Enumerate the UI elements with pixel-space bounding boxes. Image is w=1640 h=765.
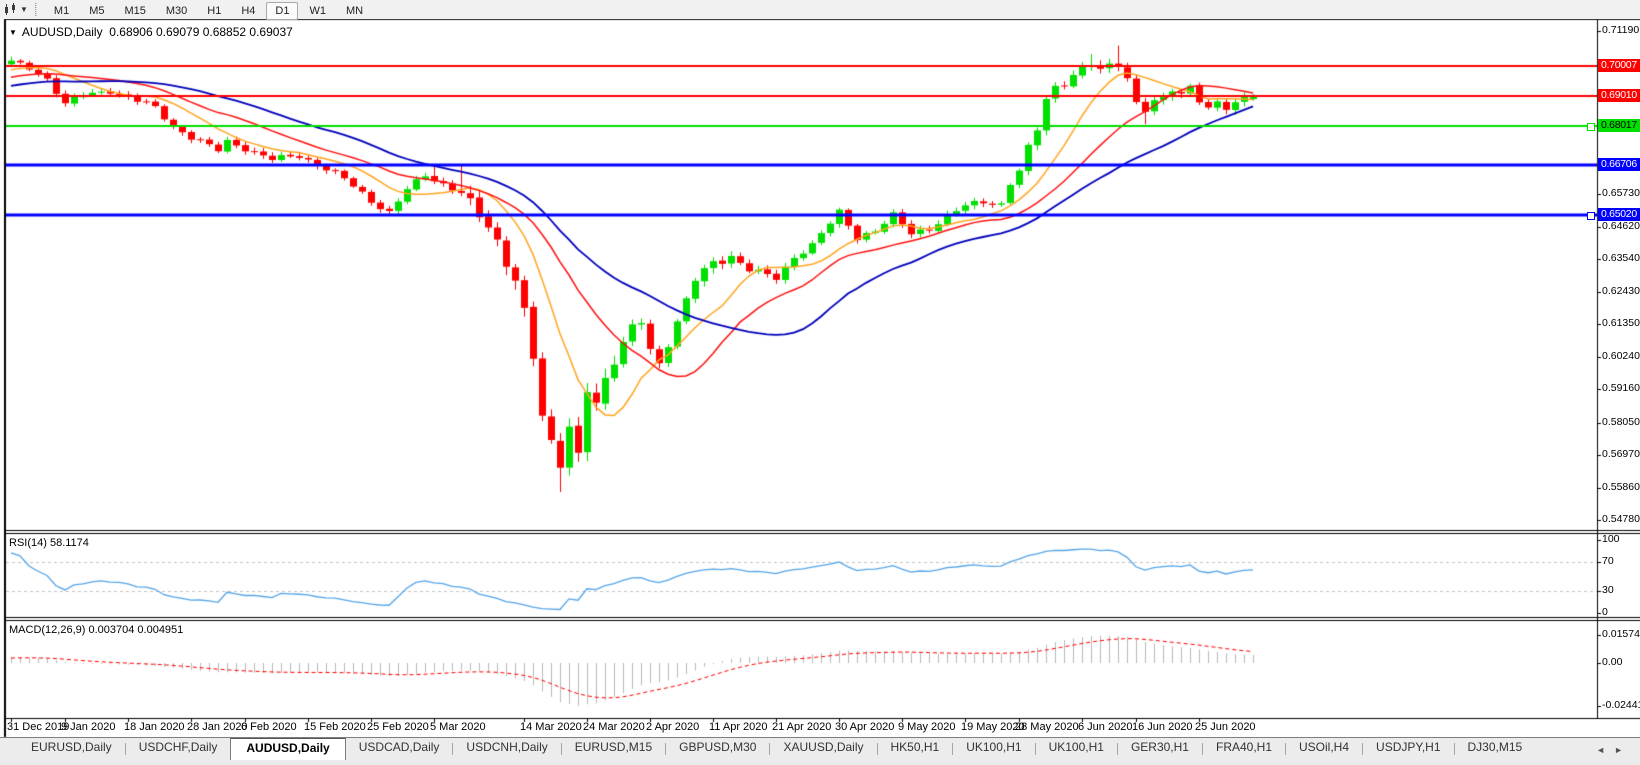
date-axis-label: 6 Jun 2020 <box>1078 721 1133 733</box>
timeframe-button-m30[interactable]: M30 <box>157 2 196 20</box>
line-drag-handle[interactable] <box>1587 122 1595 131</box>
price-axis-tick-label: 0.71190 <box>1602 24 1640 36</box>
macd-indicator-label: MACD(12,26,9) 0.003704 0.004951 <box>9 624 184 636</box>
price-axis-tick-label: 0.62430 <box>1602 285 1640 298</box>
date-axis-label: 11 Apr 2020 <box>709 721 768 733</box>
price-axis-tick-label: 0.60240 <box>1602 350 1640 363</box>
date-axis-label: 16 Jun 2020 <box>1132 721 1193 733</box>
price-line-label[interactable]: 0.70007 <box>1598 59 1640 73</box>
chevron-down-icon[interactable]: ▼ <box>20 5 28 14</box>
toolbar-grip[interactable] <box>34 3 37 16</box>
timeframe-button-mn[interactable]: MN <box>337 2 372 20</box>
chart-tab-eurusd-daily[interactable]: EURUSD,Daily <box>18 738 125 758</box>
price-chart-canvas[interactable] <box>0 0 1640 738</box>
date-axis-label: 14 Mar 2020 <box>520 721 582 733</box>
timeframe-button-h1[interactable]: H1 <box>198 2 230 20</box>
chart-symbol-period: AUDUSD,Daily <box>21 25 103 39</box>
macd-axis-tick-label: 0.00 <box>1602 656 1623 668</box>
macd-axis-tick-label: -0.024412 <box>1602 699 1640 712</box>
price-axis-tick-label: 0.58050 <box>1602 415 1640 428</box>
line-drag-handle[interactable] <box>1587 211 1595 220</box>
chart-tab-xauusd-daily[interactable]: XAUUSD,Daily <box>770 738 876 758</box>
chart-tab-hk50-h1[interactable]: HK50,H1 <box>878 738 953 758</box>
price-axis-tick-label: 0.56970 <box>1602 447 1640 460</box>
price-axis-tick-label: 0.54780 <box>1602 513 1640 525</box>
date-axis-label: 2 Apr 2020 <box>646 721 700 733</box>
date-axis-label: 25 Feb 2020 <box>367 721 429 733</box>
timeframe-button-m15[interactable]: M15 <box>115 2 154 20</box>
timeframe-button-m1[interactable]: M1 <box>45 2 78 20</box>
date-axis-label: 21 Apr 2020 <box>772 721 832 733</box>
chart-tab-gbpusd-m30[interactable]: GBPUSD,M30 <box>666 738 769 758</box>
chart-tab-bar: EURUSD,Daily USDCHF,Daily AUDUSD,Daily USDC… <box>0 737 1640 765</box>
chart-tab-usoil-h4[interactable]: USOil,H4 <box>1286 738 1362 758</box>
price-line-label[interactable]: 0.65020 <box>1598 207 1640 221</box>
price-line-label[interactable]: 0.68017 <box>1598 118 1640 132</box>
date-axis-label: 28 Jan 2020 <box>187 721 248 733</box>
date-axis-label: 24 Mar 2020 <box>583 721 645 733</box>
rsi-axis-tick-label: 100 <box>1602 533 1620 545</box>
chart-tab-usdcnh-daily[interactable]: USDCNH,Daily <box>453 738 560 758</box>
price-axis-tick-label: 0.55860 <box>1602 480 1640 493</box>
rsi-axis-tick-label: 30 <box>1602 584 1614 597</box>
price-axis-tick-label: 0.63540 <box>1602 251 1640 264</box>
candlestick-chart-icon[interactable] <box>1 2 19 17</box>
chart-window: ▼ AUDUSD,Daily 0.68906 0.69079 0.68852 0.… <box>0 0 1640 738</box>
chart-title: ▼ AUDUSD,Daily 0.68906 0.69079 0.68852 0.… <box>9 25 293 39</box>
timeframe-button-w1[interactable]: W1 <box>300 2 335 20</box>
tab-scroll-left-icon[interactable]: ◄ <box>1596 745 1614 755</box>
timeframe-button-d1[interactable]: D1 <box>266 1 299 20</box>
date-axis-label: 18 Jan 2020 <box>124 721 185 733</box>
chart-tab-usdjpy-h1[interactable]: USDJPY,H1 <box>1363 738 1453 758</box>
date-axis-label: 5 Mar 2020 <box>430 721 486 733</box>
price-line-label[interactable]: 0.66706 <box>1598 157 1640 171</box>
chart-tab-fra40-h1[interactable]: FRA40,H1 <box>1203 738 1285 758</box>
date-axis-label: 25 Jun 2020 <box>1195 721 1256 733</box>
date-axis-label: 28 May 2020 <box>1015 721 1079 733</box>
price-axis-tick-label: 0.59160 <box>1602 382 1640 395</box>
date-axis-label: 30 Apr 2020 <box>835 721 895 733</box>
timeframe-button-m5[interactable]: M5 <box>80 2 113 20</box>
macd-axis-tick-label: 0.015741 <box>1602 627 1640 640</box>
rsi-axis-tick-label: 70 <box>1602 554 1614 567</box>
price-line-label[interactable]: 0.69010 <box>1598 88 1640 102</box>
chart-ohlc-values: 0.68906 0.69079 0.68852 0.69037 <box>109 25 293 39</box>
rsi-indicator-label: RSI(14) 58.1174 <box>9 537 89 549</box>
chart-tab-uk100-h1[interactable]: UK100,H1 <box>1036 738 1117 758</box>
chart-tab-uk100-h1[interactable]: UK100,H1 <box>953 738 1034 758</box>
chart-tab-usdchf-daily[interactable]: USDCHF,Daily <box>126 738 231 758</box>
rsi-axis-tick-label: 0 <box>1602 606 1608 618</box>
chart-title-dropdown-icon[interactable]: ▼ <box>9 28 17 37</box>
price-axis-tick-label: 0.61350 <box>1602 317 1640 330</box>
price-axis-tick-label: 0.65730 <box>1602 186 1640 199</box>
mt4-terminal: { "toolbar": { "chart_icon": "candlestic… <box>0 0 1640 765</box>
chart-tab-audusd-daily[interactable]: AUDUSD,Daily <box>230 738 346 760</box>
timeframes-toolbar: ▼ M1 M5 M15 M30 H1 H4 D1 W1 MN <box>0 0 1640 20</box>
chart-tab-eurusd-m15[interactable]: EURUSD,M15 <box>562 738 665 758</box>
date-axis-label: 9 Jan 2020 <box>61 721 116 733</box>
date-axis-label: 6 Feb 2020 <box>241 721 297 733</box>
date-axis-label: 9 May 2020 <box>898 721 956 733</box>
chart-tab-ger30-h1[interactable]: GER30,H1 <box>1118 738 1202 758</box>
chart-tab-usdcad-daily[interactable]: USDCAD,Daily <box>346 738 453 758</box>
price-axis-tick-label: 0.64620 <box>1602 219 1640 232</box>
date-axis-label: 15 Feb 2020 <box>304 721 366 733</box>
tab-scroll-right-icon[interactable]: ► <box>1614 745 1632 755</box>
timeframe-button-h4[interactable]: H4 <box>232 2 264 20</box>
chart-tab-dj30-m15[interactable]: DJ30,M15 <box>1455 738 1536 758</box>
